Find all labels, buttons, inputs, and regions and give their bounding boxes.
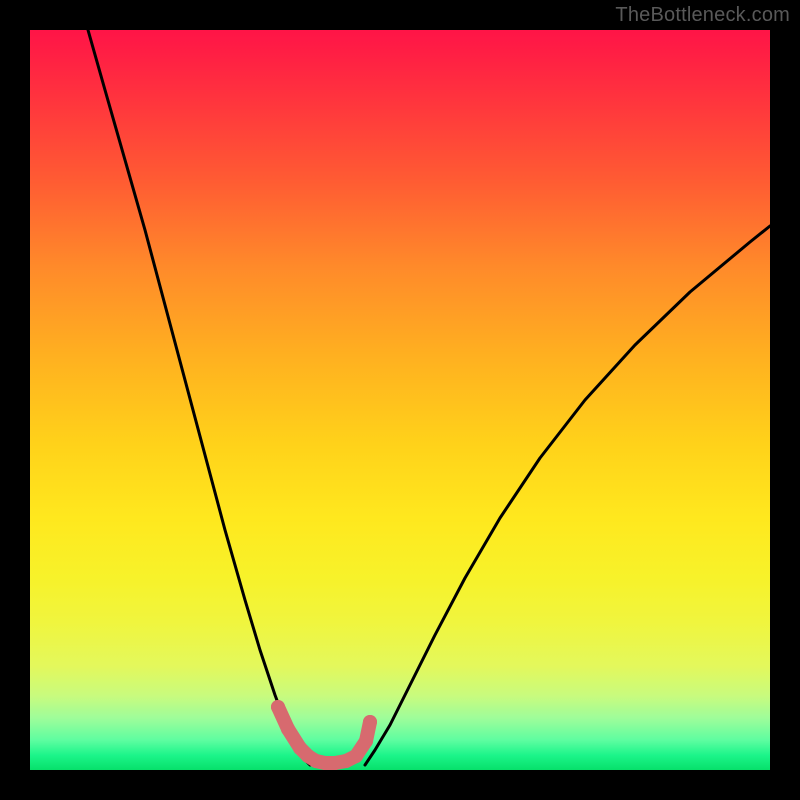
chart-frame: TheBottleneck.com — [0, 0, 800, 800]
right-curve — [365, 226, 770, 765]
plot-area — [30, 30, 770, 770]
left-curve — [88, 30, 310, 765]
pink-dot-connector — [366, 722, 370, 741]
watermark-text: TheBottleneck.com — [615, 4, 790, 27]
curves-svg — [30, 30, 770, 770]
